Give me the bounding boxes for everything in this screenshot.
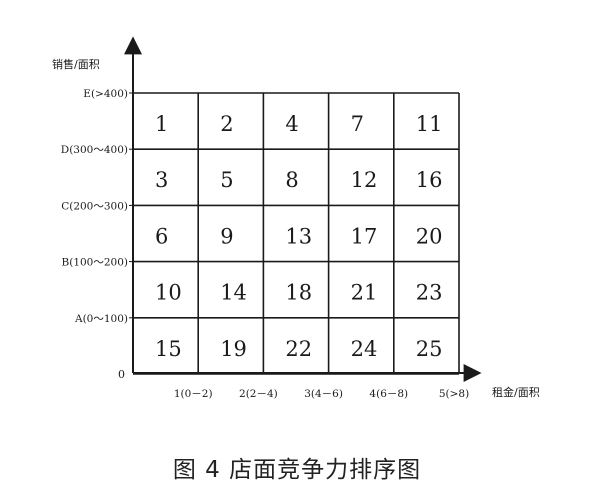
rank-cell-value: 3 xyxy=(155,168,168,192)
rank-cell-value: 11 xyxy=(416,112,443,136)
rank-cell-value: 21 xyxy=(351,281,378,305)
rank-cell-value: 19 xyxy=(220,337,247,361)
rank-cell-value: 20 xyxy=(416,224,443,248)
rank-cell-value: 5 xyxy=(220,168,233,192)
figure-caption: 图 4 店面竞争力排序图 xyxy=(172,457,422,483)
rank-cell-value: 17 xyxy=(351,224,378,248)
rank-cell-value: 15 xyxy=(155,337,182,361)
rank-cell-value: 6 xyxy=(155,224,168,248)
x-axis-labels: 1(0－2) 2(2－4) 3(4－6) 4(6－8) 5(>8) xyxy=(174,388,469,400)
origin-label: 0 xyxy=(118,368,125,381)
rank-cell-value: 24 xyxy=(351,337,378,361)
y-axis-title: 销售/面积 xyxy=(52,57,100,71)
rank-cell-value: 10 xyxy=(155,281,182,305)
rank-cell-value: 22 xyxy=(285,337,312,361)
x-axis-label: 3(4－6) xyxy=(304,388,343,400)
y-axis-label: A(0～100) xyxy=(74,313,128,325)
x-axis-label: 4(6－8) xyxy=(369,388,408,400)
x-axis-label: 2(2－4) xyxy=(239,388,278,400)
rank-cell-value: 8 xyxy=(285,168,298,192)
ranking-diagram: 销售/面积 租金/面积 0 1 2 4 7 113 5 8 12 166 9 13 17 2010 14 1… xyxy=(52,36,540,400)
rank-cell-value: 2 xyxy=(220,112,233,136)
rank-cell-value: 1 xyxy=(155,112,168,136)
y-axis-labels: A(0～100) B(100～200) C(200～300) D(300～400) E(… xyxy=(61,88,133,325)
y-axis-label: D(300～400) xyxy=(61,144,128,156)
rank-cell-value: 23 xyxy=(416,281,443,305)
rank-cell-value: 14 xyxy=(220,281,247,305)
y-axis-label: B(100～200) xyxy=(62,257,129,269)
y-axis-label: C(200～300) xyxy=(61,200,128,212)
x-axis-title: 租金/面积 xyxy=(492,385,540,399)
rank-cell-value: 4 xyxy=(285,112,298,136)
rank-cell-value: 16 xyxy=(416,168,443,192)
rank-cell-value: 7 xyxy=(351,112,364,136)
rank-cell-value: 9 xyxy=(220,224,233,248)
rank-cell-value: 18 xyxy=(285,281,312,305)
rank-cell-value: 12 xyxy=(351,168,378,192)
x-axis-label: 5(>8) xyxy=(439,388,469,400)
y-axis-label: E(>400) xyxy=(83,88,128,100)
rank-cell-value: 25 xyxy=(416,337,443,361)
x-axis-label: 1(0－2) xyxy=(174,388,213,400)
rank-cell-value: 13 xyxy=(285,224,312,248)
